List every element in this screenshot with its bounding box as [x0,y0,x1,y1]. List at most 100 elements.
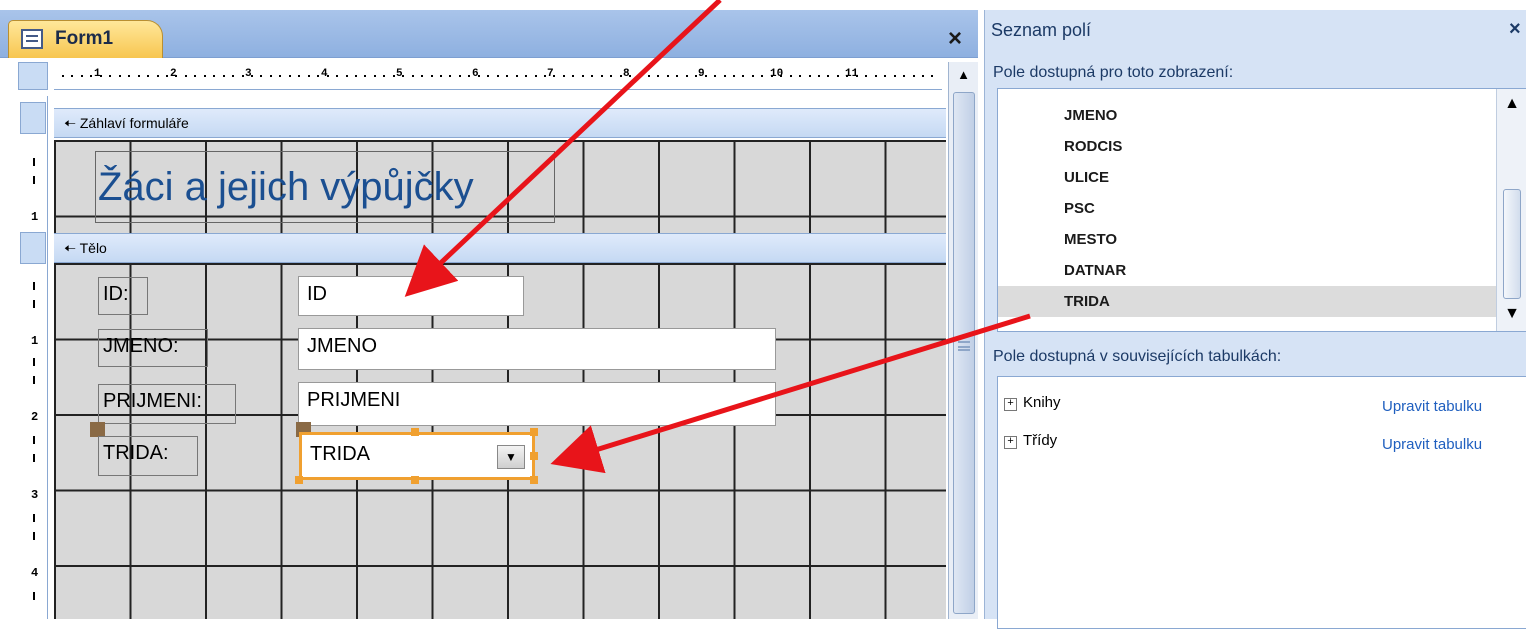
related-table-tridy[interactable]: + Třídy [1004,429,1057,453]
ruler-number: 4 [31,566,39,580]
ruler-number: 8 [623,68,630,80]
scroll-down-icon[interactable]: ▼ [1497,305,1526,323]
ruler-tick [383,75,386,77]
ruler-tick [742,75,745,77]
ruler-tick [846,75,849,77]
form-selector[interactable] [18,62,48,90]
resize-handle[interactable] [411,476,419,484]
field-item-trida[interactable]: TRIDA [998,286,1498,317]
combobox-trida[interactable]: TRIDA ▼ [299,432,535,480]
ruler-tick [591,75,594,77]
ruler-tick [629,75,631,77]
horizontal-ruler[interactable]: 1 2 3 4 5 6 7 8 9 10 11 [54,62,942,90]
ruler-tick [33,282,35,290]
scrollbar-thumb[interactable] [1503,189,1521,299]
design-vertical-scrollbar[interactable]: ▲ [948,62,978,619]
form-icon [21,29,43,49]
section-bar-body[interactable]: 🠠 Tělo [54,233,946,263]
ruler-tick [128,75,131,77]
label-trida[interactable]: TRIDA: [98,436,198,476]
ruler-tick [543,75,546,77]
ruler-tick [855,75,858,77]
ruler-tick [184,75,187,77]
document-tab-strip: Form1 × [0,10,978,58]
textbox-jmeno[interactable]: JMENO [298,328,776,370]
section-selector-body[interactable] [20,232,46,264]
related-table-knihy[interactable]: + Knihy [1004,391,1061,415]
ruler-tick [33,436,35,444]
ruler-tick [213,75,216,77]
ruler-number: 9 [698,68,705,80]
edit-table-link[interactable]: Upravit tabulku [1382,395,1482,419]
close-pane-button[interactable]: × [1509,18,1521,41]
field-item-datnar[interactable]: DATNAR [998,255,1498,286]
available-fields-list[interactable]: PRIJMENI JMENO RODCIS ULICE PSC MESTO DA… [997,88,1526,332]
dropdown-arrow-icon[interactable]: ▼ [497,445,525,469]
close-document-button[interactable]: × [940,24,970,54]
ruler-tick [421,75,424,77]
ruler-tick [392,75,395,77]
ruler-tick [203,75,206,77]
ruler-tick [317,75,320,77]
section-selector-header[interactable] [20,102,46,134]
ruler-tick [714,75,717,77]
form-title-label[interactable]: Žáci a jejich výpůjčky [95,151,555,223]
ruler-tick [874,75,877,77]
field-list-pane: Seznam polí × Pole dostupná pro toto zob… [984,10,1526,629]
ruler-tick [307,75,310,77]
fields-scrollbar[interactable]: ▲ ▼ [1496,89,1526,331]
ruler-tick [222,75,225,77]
ruler-tick [288,75,291,77]
scroll-up-icon[interactable]: ▲ [1497,95,1526,113]
ruler-number: 3 [31,488,39,502]
textbox-prijmeni[interactable]: PRIJMENI [298,382,776,426]
ruler-tick [921,75,924,77]
expand-icon[interactable]: + [1004,436,1017,449]
ruler-number: 2 [170,68,177,80]
ruler-tick [789,75,792,77]
ruler-tick [269,75,272,77]
scroll-up-icon[interactable]: ▲ [949,62,978,88]
ruler-tick [836,75,839,77]
ruler-tick [354,75,357,77]
field-item-mesto[interactable]: MESTO [998,224,1498,255]
resize-handle[interactable] [530,452,538,460]
field-item-psc[interactable]: PSC [998,193,1498,224]
resize-handle[interactable] [411,428,419,436]
ruler-tick [515,75,518,77]
field-item-ulice[interactable]: ULICE [998,162,1498,193]
ruler-tick [336,75,339,77]
ruler-tick [251,75,253,77]
ruler-tick [865,75,868,77]
ruler-tick [33,376,35,384]
field-item-prijmeni[interactable]: PRIJMENI [998,89,1498,100]
textbox-id[interactable]: ID [298,276,524,316]
ruler-tick [496,75,499,77]
ruler-number: 1 [31,210,39,224]
label-jmeno[interactable]: JMENO: [98,329,208,367]
resize-handle[interactable] [295,476,303,484]
resize-handle[interactable] [530,428,538,436]
related-tables-list[interactable]: + Knihy Upravit tabulku + Třídy Upravit ta… [997,376,1526,629]
pane-title: Seznam polí [991,20,1092,40]
ruler-tick [109,75,112,77]
field-item-rodcis[interactable]: RODCIS [998,131,1498,162]
section-collapse-icon: 🠠 [64,240,76,256]
label-prijmeni[interactable]: PRIJMENI: [98,384,236,424]
scrollbar-thumb[interactable] [953,92,975,614]
ruler-tick [572,75,575,77]
ruler-number: 1 [31,334,39,348]
ruler-tick [695,75,698,77]
move-handle[interactable] [90,422,105,437]
field-item-jmeno[interactable]: JMENO [998,100,1498,131]
edit-table-link[interactable]: Upravit tabulku [1382,433,1482,457]
tab-form1[interactable]: Form1 [8,20,163,58]
ruler-tick [71,75,74,77]
expand-icon[interactable]: + [1004,398,1017,411]
vertical-ruler[interactable]: 1 1 2 3 4 [18,96,48,619]
ruler-number: 1 [94,68,101,80]
section-bar-header[interactable]: 🠠 Záhlaví formuláře [54,108,946,138]
ruler-number: 11 [845,68,859,80]
label-id[interactable]: ID: [98,277,148,315]
resize-handle[interactable] [530,476,538,484]
